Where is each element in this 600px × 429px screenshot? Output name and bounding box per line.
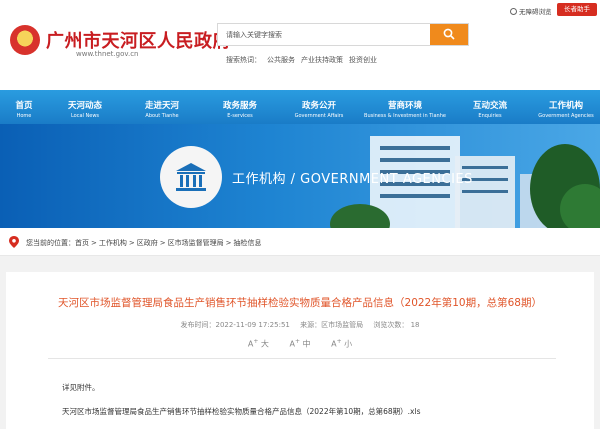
hot-search-terms: 搜索热词： 公共服务 产业扶持政策 投资创业 [226, 55, 383, 65]
breadcrumb-trail: 您当前的位置：首页 > 工作机构 > 区政府 > 区市场监督管理局 > 抽检信息 [26, 238, 262, 248]
font-size-label: 小 [344, 339, 353, 349]
article-meta: 发布时间：2022-11-09 17:25:51 来源：区市场监管局 浏览次数：… [6, 320, 594, 330]
breadcrumb-separator: > [128, 239, 135, 247]
main-nav: 首页 Home 天河动态 Local News 走进天河 About Tianh… [0, 90, 600, 124]
article-panel: 天河区市场监督管理局食品生产销售环节抽样检验实物质量合格产品信息（2022年第1… [6, 272, 594, 429]
national-emblem-icon [10, 25, 40, 55]
breadcrumb-link-inspection-info[interactable]: 抽检信息 [234, 239, 262, 247]
nav-item-sublabel: Home [16, 113, 32, 119]
nav-item-label: 工作机构 [548, 101, 583, 111]
accessibility-link[interactable]: 无障碍浏览 [510, 6, 552, 16]
nav-item-home[interactable]: 首页 Home [0, 90, 48, 124]
nav-item-sublabel: About Tianhe [145, 113, 179, 119]
nav-item-business-investment[interactable]: 营商环境 Business & Investment in Tianhe [357, 90, 453, 124]
nav-item-sublabel: Government Agencies [538, 113, 594, 119]
font-size-medium-button[interactable]: A+ 中 [289, 338, 310, 350]
font-size-small-button[interactable]: A+ 小 [331, 338, 352, 350]
banner-title: 工作机构 / GOVERNMENT AGENCIES [232, 172, 473, 187]
breadcrumb-prefix: 您当前的位置： [26, 239, 75, 247]
nav-item-label: 互动交流 [472, 101, 507, 111]
search-button[interactable] [430, 24, 468, 45]
nav-item-sublabel: Government Affairs [294, 113, 344, 119]
nav-item-sublabel: Enquiries [478, 113, 502, 119]
site-url: www.thnet.gov.cn [76, 50, 139, 58]
accessibility-icon [510, 8, 517, 15]
site-title[interactable]: 广州市天河区人民政府 [46, 27, 231, 53]
breadcrumb-separator: > [159, 239, 166, 247]
nav-item-label: 首页 [15, 101, 33, 111]
breadcrumb-separator: > [225, 239, 232, 247]
nav-item-enquiries[interactable]: 互动交流 Enquiries [460, 90, 520, 124]
breadcrumb-link-market-regulation[interactable]: 区市场监督管理局 [168, 239, 224, 247]
breadcrumb-link-home[interactable]: 首页 [75, 239, 89, 247]
nav-item-label: 营商环境 [387, 101, 422, 111]
nav-item-label: 走进天河 [144, 101, 179, 111]
page-banner: 工作机构 / GOVERNMENT AGENCIES [0, 124, 600, 228]
hot-search-label: 搜索热词： [226, 56, 261, 64]
nav-item-label: 政务公开 [301, 101, 336, 111]
hot-term[interactable]: 产业扶持政策 [301, 56, 343, 64]
breadcrumb-separator: > [91, 239, 97, 247]
nav-item-e-services[interactable]: 政务服务 E-services [210, 90, 270, 124]
elder-mode-button[interactable]: 长者助手 [557, 3, 597, 16]
nav-item-government-agencies[interactable]: 工作机构 Government Agencies [532, 90, 600, 124]
hot-term[interactable]: 公共服务 [267, 56, 295, 64]
nav-item-sublabel: Business & Investment in Tianhe [364, 113, 446, 119]
breadcrumb-link-agencies[interactable]: 工作机构 [99, 239, 127, 247]
nav-item-sublabel: E-services [227, 113, 253, 119]
nav-item-label: 政务服务 [222, 101, 257, 111]
nav-item-local-news[interactable]: 天河动态 Local News [55, 90, 115, 124]
nav-item-sublabel: Local News [70, 113, 100, 119]
font-size-large-button[interactable]: A+ 大 [248, 338, 269, 350]
hot-term[interactable]: 投资创业 [349, 56, 377, 64]
view-count: 浏览次数： 18 [373, 321, 420, 329]
font-size-label: 中 [302, 339, 311, 349]
search-input[interactable] [218, 24, 432, 45]
accessibility-label: 无障碍浏览 [519, 8, 552, 16]
banner-icon-circle [160, 146, 222, 208]
nav-item-government-affairs[interactable]: 政务公开 Government Affairs [284, 90, 354, 124]
nav-item-label: 天河动态 [67, 101, 102, 111]
search-box [217, 23, 469, 46]
article-body-text: 详见附件。 [62, 383, 100, 392]
attachment-link[interactable]: 天河区市场监督管理局食品生产销售环节抽样检验实物质量合格产品信息（2022年第1… [62, 406, 421, 417]
breadcrumb: 您当前的位置：首页 > 工作机构 > 区政府 > 区市场监督管理局 > 抽检信息 [0, 228, 600, 256]
article-title: 天河区市场监督管理局食品生产销售环节抽样检验实物质量合格产品信息（2022年第1… [58, 297, 542, 309]
article-source: 来源：区市场监管局 [300, 321, 364, 329]
search-icon [443, 28, 455, 40]
page: 广州市天河区人民政府 www.thnet.gov.cn 无障碍浏览 长者助手 搜… [0, 0, 600, 429]
publish-time: 发布时间：2022-11-09 17:25:51 [180, 321, 290, 329]
nav-item-about-tianhe[interactable]: 走进天河 About Tianhe [132, 90, 192, 124]
font-size-controls: A+ 大 A+ 中 A+ 小 [6, 338, 594, 350]
location-pin-icon [9, 236, 19, 248]
breadcrumb-link-district-government[interactable]: 区政府 [137, 239, 158, 247]
site-header: 广州市天河区人民政府 www.thnet.gov.cn 无障碍浏览 长者助手 搜… [0, 0, 600, 90]
government-building-icon [176, 163, 206, 191]
article-divider [48, 358, 556, 359]
font-size-label: 大 [260, 339, 269, 349]
